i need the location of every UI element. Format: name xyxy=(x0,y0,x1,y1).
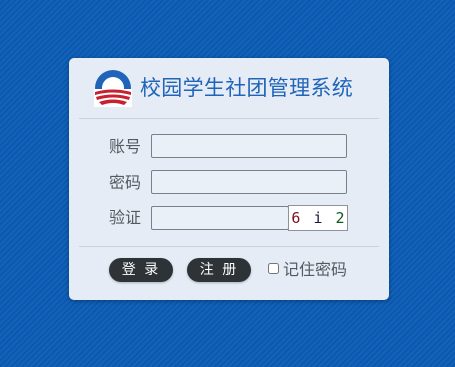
register-button[interactable]: 注 册 xyxy=(187,258,251,282)
remember-checkbox[interactable] xyxy=(268,263,279,274)
account-input[interactable] xyxy=(151,134,347,158)
password-label: 密码 xyxy=(109,173,142,192)
logo-icon xyxy=(94,70,132,107)
divider-bottom xyxy=(79,246,379,247)
divider-top xyxy=(79,118,379,119)
remember-label: 记住密码 xyxy=(283,260,348,279)
login-card: 校园学生社团管理系统 账号 密码 验证 6 i 2 登 录 注 册 记住密码 xyxy=(69,58,389,300)
password-input[interactable] xyxy=(151,170,347,194)
account-label: 账号 xyxy=(109,137,142,156)
captcha-char: i xyxy=(313,209,323,227)
captcha-label: 验证 xyxy=(109,208,142,227)
captcha-char: 6 xyxy=(291,209,301,227)
login-button[interactable]: 登 录 xyxy=(109,258,173,282)
captcha-input[interactable] xyxy=(151,206,289,230)
captcha-char: 2 xyxy=(335,209,345,227)
captcha-image[interactable]: 6 i 2 xyxy=(288,205,348,231)
page-title: 校园学生社团管理系统 xyxy=(140,76,353,100)
